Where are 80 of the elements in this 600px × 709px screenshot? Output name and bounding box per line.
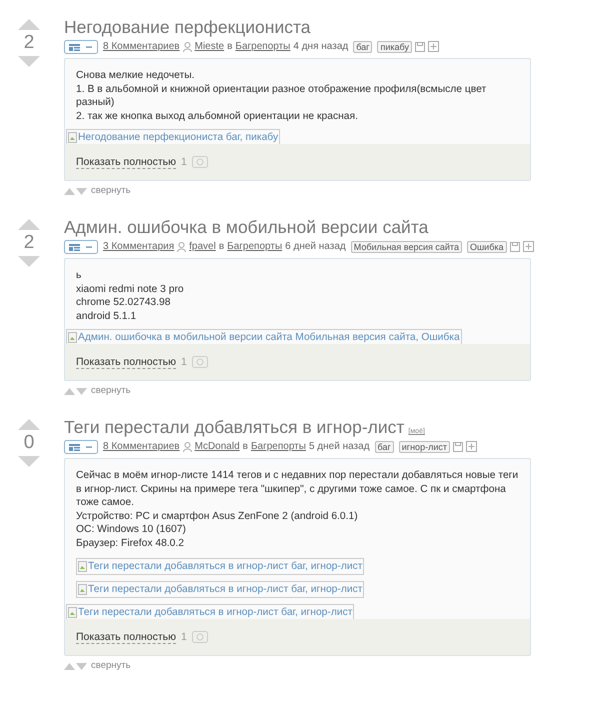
- body-text: Снова мелкие недочеты.: [76, 69, 196, 82]
- collapse-link[interactable]: свернуть: [91, 185, 131, 197]
- tag-link[interactable]: баг: [374, 440, 394, 452]
- author-link[interactable]: fpavel: [189, 241, 216, 252]
- rating-count: 2: [24, 32, 34, 54]
- body-text: xiaomi redmi note 3 pro: [76, 282, 185, 296]
- show-full-link[interactable]: Показать полностью: [76, 356, 176, 368]
- collapse-arrows-icon[interactable]: [64, 662, 87, 670]
- preposition-text: в: [218, 241, 224, 252]
- save-icon[interactable]: [452, 442, 463, 452]
- preposition-text: в: [242, 441, 248, 452]
- collapse-link[interactable]: свернуть: [91, 385, 131, 397]
- broken-image-icon: [78, 561, 87, 572]
- body-text: Браузер: Firefox 48.0.2: [76, 536, 185, 550]
- image-alt-text: Теги перестали добавляться в игнор-лист баг, игнор-лист: [78, 606, 352, 619]
- camera-icon: [192, 631, 208, 643]
- tag-link[interactable]: пикабу: [377, 40, 412, 52]
- rating-count: 2: [24, 232, 34, 254]
- collapse-link[interactable]: свернуть: [91, 660, 131, 672]
- upvote-icon[interactable]: [18, 219, 40, 230]
- photo-count: 1: [181, 631, 187, 643]
- image-alt-text: Админ. ошибочка в мобильной версии сайта Мобильная версия сайта, Ошибка: [78, 331, 460, 344]
- broken-image-icon: [78, 584, 87, 595]
- photo-count: 1: [181, 156, 187, 168]
- layout-toggle-icon[interactable]: [64, 440, 98, 454]
- post-time: 6 дней назад: [285, 241, 346, 252]
- upvote-icon[interactable]: [18, 419, 40, 430]
- plus-icon[interactable]: [466, 441, 477, 452]
- post-title[interactable]: Негодование перфекциониста: [64, 17, 311, 38]
- body-text: chrome 52.02743.98: [76, 296, 172, 310]
- tag-link[interactable]: Мобильная версия сайта: [350, 240, 462, 252]
- post-title[interactable]: Админ. ошибочка в мобильной версии сайта: [64, 217, 428, 238]
- user-icon: [182, 442, 192, 452]
- rating-count: 0: [24, 432, 34, 454]
- post-time: 5 дней назад: [308, 441, 370, 452]
- user-icon: [182, 42, 192, 52]
- downvote-icon[interactable]: [18, 256, 40, 267]
- community-link[interactable]: Багрепорты: [235, 41, 290, 52]
- plus-icon[interactable]: [522, 241, 534, 252]
- body-text: 1. В в альбомной и книжной ориентации разное отображение профиля(всмысле цвет разный): [76, 82, 488, 110]
- save-icon[interactable]: [414, 42, 425, 52]
- layout-toggle-icon[interactable]: [64, 40, 98, 54]
- tag-link[interactable]: баг: [353, 40, 372, 52]
- image-alt-text: Теги перестали добавляться в игнор-лист баг, игнор-лист: [88, 560, 362, 573]
- show-full-link[interactable]: Показать полностью: [76, 156, 176, 168]
- tag-link[interactable]: Ошибка: [466, 240, 506, 252]
- comments-link[interactable]: 3 Комментария: [103, 241, 174, 252]
- upvote-icon[interactable]: [18, 19, 40, 30]
- community-link[interactable]: Багрепорты: [227, 241, 282, 252]
- downvote-icon[interactable]: [18, 456, 40, 467]
- body-text: 2. так же кнопка выход альбомной ориентации не красная.: [76, 110, 359, 123]
- post-title[interactable]: Теги перестали добавляться в игнор-лист: [64, 417, 404, 438]
- collapse-arrows-icon[interactable]: [64, 388, 87, 394]
- image-alt-text: Негодование перфекциониста баг, пикабу: [78, 131, 278, 144]
- downvote-icon[interactable]: [18, 56, 40, 67]
- broken-image-link[interactable]: Теги перестали добавляться в игнор-лист баг, игнор-лист: [76, 558, 364, 575]
- body-text: android 5.1.1: [76, 310, 138, 323]
- image-alt-text: Теги перестали добавляться в игнор-лист баг, игнор-лист: [88, 583, 362, 596]
- save-icon[interactable]: [510, 242, 520, 252]
- show-full-link[interactable]: Показать полностью: [76, 630, 176, 644]
- community-link[interactable]: Багрепорты: [250, 441, 306, 452]
- post-time: 4 дня назад: [293, 41, 348, 52]
- camera-icon: [192, 356, 208, 368]
- collapse-arrows-icon[interactable]: [64, 188, 87, 194]
- user-icon: [177, 242, 186, 252]
- body-text: ОС: Windows 10 (1607): [76, 523, 187, 536]
- photo-count: 1: [181, 356, 187, 368]
- comments-link[interactable]: 8 Комментариев: [103, 41, 180, 52]
- body-text: Устройство: PC и смартфон Asus ZenFone 2 (android 6.0.1): [76, 510, 359, 523]
- preposition-text: в: [227, 41, 232, 52]
- author-link[interactable]: Mieste: [194, 41, 224, 52]
- comments-link[interactable]: 8 Комментариев: [103, 441, 180, 452]
- plus-icon[interactable]: [428, 41, 439, 52]
- broken-image-link[interactable]: Теги перестали добавляться в игнор-лист баг, игнор-лист: [76, 581, 364, 598]
- body-text: ь: [76, 269, 82, 282]
- camera-icon: [192, 156, 208, 168]
- body-text: Сейчас в моём игнор-листе 1414 тегов и с недавних пор перестали добавляться новые теги в игнор-лист. Скрины на примере тега "шкипер", с другими тоже самое. С пк и смартфона тоже самое.: [76, 469, 519, 510]
- author-link[interactable]: McDonald: [194, 441, 240, 452]
- layout-toggle-icon[interactable]: [64, 240, 98, 254]
- tag-link[interactable]: игнор-лист: [398, 440, 450, 452]
